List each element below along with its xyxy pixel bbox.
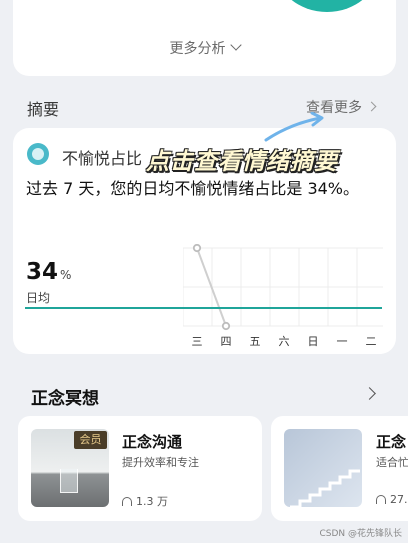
annotation-arrow [264, 112, 324, 142]
data-point [221, 321, 231, 331]
x-tick-label: 二 [366, 335, 377, 348]
x-tick-label: 六 [279, 335, 290, 348]
annotation-text: 点击查看情绪摘要 [146, 149, 338, 175]
average-baseline [25, 307, 382, 309]
average-number: 34 [26, 259, 59, 285]
mood-icon [27, 143, 49, 165]
course-card[interactable]: 正念沟通 提升效率和专注 1.3 万 [18, 416, 262, 521]
chevron-right-icon[interactable] [363, 387, 376, 400]
course-description: 适合忙 [376, 456, 408, 469]
x-tick-label: 五 [250, 335, 261, 348]
data-point [192, 244, 202, 253]
average-unit: % [60, 268, 72, 282]
average-value: 34% [26, 259, 71, 285]
course-plays: 1.3 万 [122, 493, 168, 509]
analysis-card: 更多分析 [13, 0, 396, 76]
x-tick-label: 三 [192, 335, 203, 348]
x-tick-label: 四 [221, 335, 232, 348]
mood-ring-graphic [275, 0, 379, 12]
course-name: 正念 [376, 433, 407, 451]
card-label: 不愉悦占比 [62, 149, 143, 168]
average-label: 日均 [26, 291, 51, 305]
headphone-icon [376, 495, 386, 504]
x-tick-label: 一 [337, 335, 348, 348]
more-analysis-label: 更多分析 [169, 41, 226, 57]
chevron-right-icon [366, 101, 377, 112]
summary-description: 过去 7 天，您的日均不愉悦情绪占比是 34%。 [26, 179, 360, 198]
more-analysis-button[interactable]: 更多分析 [13, 38, 396, 58]
x-tick-label: 日 [308, 335, 319, 348]
course-plays: 27.4 [376, 493, 408, 506]
vip-badge: 会员 [74, 431, 107, 449]
play-count: 27.4 [390, 493, 408, 506]
watermark: CSDN @花先锋队长 [319, 529, 402, 539]
glass-graphic [60, 469, 78, 493]
course-thumbnail [284, 429, 362, 507]
play-count: 1.3 万 [136, 495, 168, 508]
summary-title: 摘要 [27, 100, 60, 119]
headphone-icon [122, 497, 132, 506]
course-card[interactable]: 正念 适合忙 27.4 [271, 416, 408, 521]
chevron-down-icon [229, 39, 242, 51]
meditation-section-title: 正念冥想 [31, 389, 99, 409]
stairs-graphic [290, 469, 360, 507]
course-name: 正念沟通 [122, 433, 183, 451]
course-description: 提升效率和专注 [122, 456, 199, 469]
weekly-chart: 三四五六日一二 [183, 244, 383, 348]
